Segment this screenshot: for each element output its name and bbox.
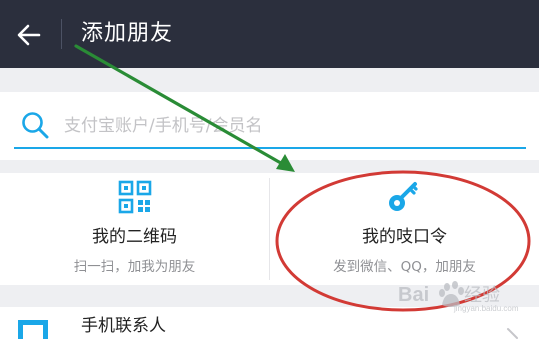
card-subtitle-password: 发到微信、QQ，加朋友 xyxy=(333,259,476,275)
arrow-left-icon[interactable] xyxy=(16,22,42,48)
card-title-password: 我的吱口令 xyxy=(362,227,447,247)
page-title: 添加朋友 xyxy=(81,21,174,46)
header-divider xyxy=(61,19,62,49)
svg-text:经验: 经验 xyxy=(464,285,500,305)
card-subtitle-qr: 扫一扫，加我为朋友 xyxy=(73,259,196,275)
search-icon xyxy=(22,112,49,139)
card-title-qr: 我的二维码 xyxy=(92,227,177,247)
svg-text:Bai: Bai xyxy=(398,284,429,306)
chevron-right-icon xyxy=(507,328,518,339)
phone-contacts-icon xyxy=(18,320,48,339)
search-input[interactable] xyxy=(64,112,384,140)
search-underline xyxy=(14,147,526,149)
key-icon xyxy=(389,182,418,211)
list-item-label: 手机联系人 xyxy=(81,316,166,336)
qr-code-icon xyxy=(118,180,152,214)
